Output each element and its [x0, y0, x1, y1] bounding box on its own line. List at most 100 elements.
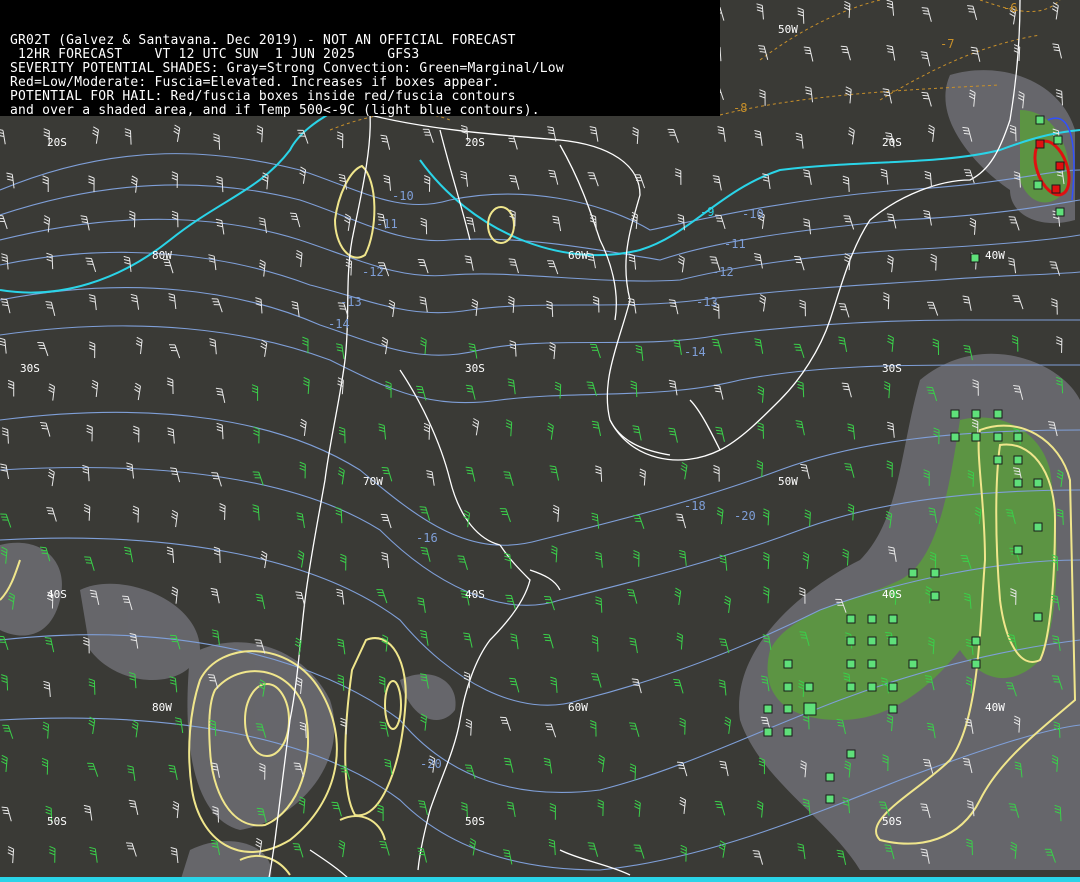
wind-barb: [507, 378, 516, 395]
wind-barb: [886, 421, 895, 438]
severity-box: [971, 409, 981, 419]
wind-barb: [758, 757, 766, 775]
wind-barb: [844, 463, 855, 478]
wind-barb: [510, 633, 519, 650]
wind-barb: [679, 717, 686, 735]
wind-barb: [754, 253, 763, 269]
severity-box: [867, 614, 877, 624]
wind-barb: [338, 426, 346, 444]
severity-box: [1013, 432, 1023, 442]
wind-barb: [970, 46, 981, 62]
wind-barb: [677, 255, 685, 273]
wind-barb: [509, 340, 517, 357]
temp-label: -20: [734, 509, 756, 523]
wind-barb: [591, 420, 602, 437]
severity-box: [950, 409, 960, 419]
wind-barb: [552, 215, 562, 232]
wind-barb: [841, 382, 852, 398]
wind-barb: [927, 124, 935, 142]
wind-barb: [89, 341, 96, 359]
wind-barb: [289, 212, 301, 228]
wind-barb: [668, 427, 678, 443]
temp-label: -12: [712, 265, 734, 279]
temp-label: -14: [328, 317, 350, 331]
severity-box: [888, 614, 898, 624]
wind-barb: [0, 129, 6, 145]
wind-barb: [545, 723, 557, 738]
wind-barb: [962, 295, 972, 311]
wind-barb: [627, 589, 638, 604]
wind-barb: [675, 168, 682, 185]
wind-barb: [634, 799, 641, 817]
severity-box: [803, 702, 817, 716]
header-line: GR02T (Galvez & Santavana. Dec 2019) - N…: [10, 33, 516, 48]
severity-box: [971, 659, 981, 669]
wind-barb: [713, 464, 720, 482]
wind-barb: [762, 552, 770, 569]
wind-barb: [714, 214, 726, 229]
wind-barb: [886, 45, 896, 61]
wind-barb: [847, 127, 855, 145]
wind-barb: [7, 379, 15, 397]
wind-barb: [552, 504, 560, 522]
wind-barb: [168, 293, 177, 310]
wind-barb: [172, 800, 180, 819]
wind-barb: [1051, 298, 1058, 315]
wind-barb: [124, 546, 134, 563]
wind-barb: [678, 549, 687, 566]
wind-barb: [509, 175, 520, 190]
wind-barb: [211, 629, 220, 646]
wind-barb: [417, 259, 429, 274]
wind-barb: [377, 804, 384, 822]
wind-barb: [299, 166, 307, 184]
wind-barb: [88, 175, 95, 193]
wind-barb: [126, 462, 134, 479]
wind-barb: [44, 637, 55, 653]
wind-barb: [297, 550, 305, 568]
wind-barb: [171, 509, 178, 528]
wind-barb: [673, 339, 682, 355]
wind-barb: [886, 460, 893, 478]
wind-barb: [37, 342, 49, 357]
wind-barb: [472, 418, 480, 436]
wind-barb: [886, 0, 895, 16]
wind-barb: [465, 466, 476, 482]
wind-barb: [380, 134, 391, 150]
wind-barb: [83, 804, 93, 821]
wind-barb: [843, 215, 855, 230]
wind-barb: [714, 800, 726, 816]
wind-barb: [842, 175, 850, 192]
wind-barb: [633, 844, 645, 859]
wind-barb: [419, 506, 431, 521]
severity-box: [1035, 115, 1045, 125]
wind-barb: [546, 300, 554, 317]
wind-barb: [209, 338, 217, 355]
wind-barb: [0, 337, 7, 354]
wind-barb: [549, 465, 560, 481]
wind-barb: [592, 295, 600, 313]
temp-label: -9: [700, 205, 714, 219]
wind-barb: [800, 463, 810, 479]
wind-barb: [847, 503, 855, 521]
wind-barb: [1, 253, 9, 270]
temp-label: -11: [724, 237, 746, 251]
wind-barb: [724, 595, 731, 613]
wind-barb: [128, 799, 139, 815]
wind-barb: [124, 128, 132, 145]
wind-barb: [457, 555, 468, 570]
severity-box: [1055, 207, 1065, 217]
wind-barb: [88, 294, 97, 311]
wind-barb: [673, 678, 684, 694]
severity-box: [1033, 180, 1043, 190]
wind-barb: [715, 426, 725, 442]
wind-barb: [639, 468, 646, 486]
wind-barb: [718, 840, 726, 858]
wind-barb: [168, 344, 181, 359]
severity-box: [846, 614, 856, 624]
wind-barb: [170, 467, 181, 483]
wind-barb: [597, 754, 605, 773]
wind-barb: [420, 713, 427, 731]
temp-label: -8: [733, 101, 747, 115]
wind-barb: [295, 249, 303, 268]
wind-barb: [1008, 216, 1020, 231]
